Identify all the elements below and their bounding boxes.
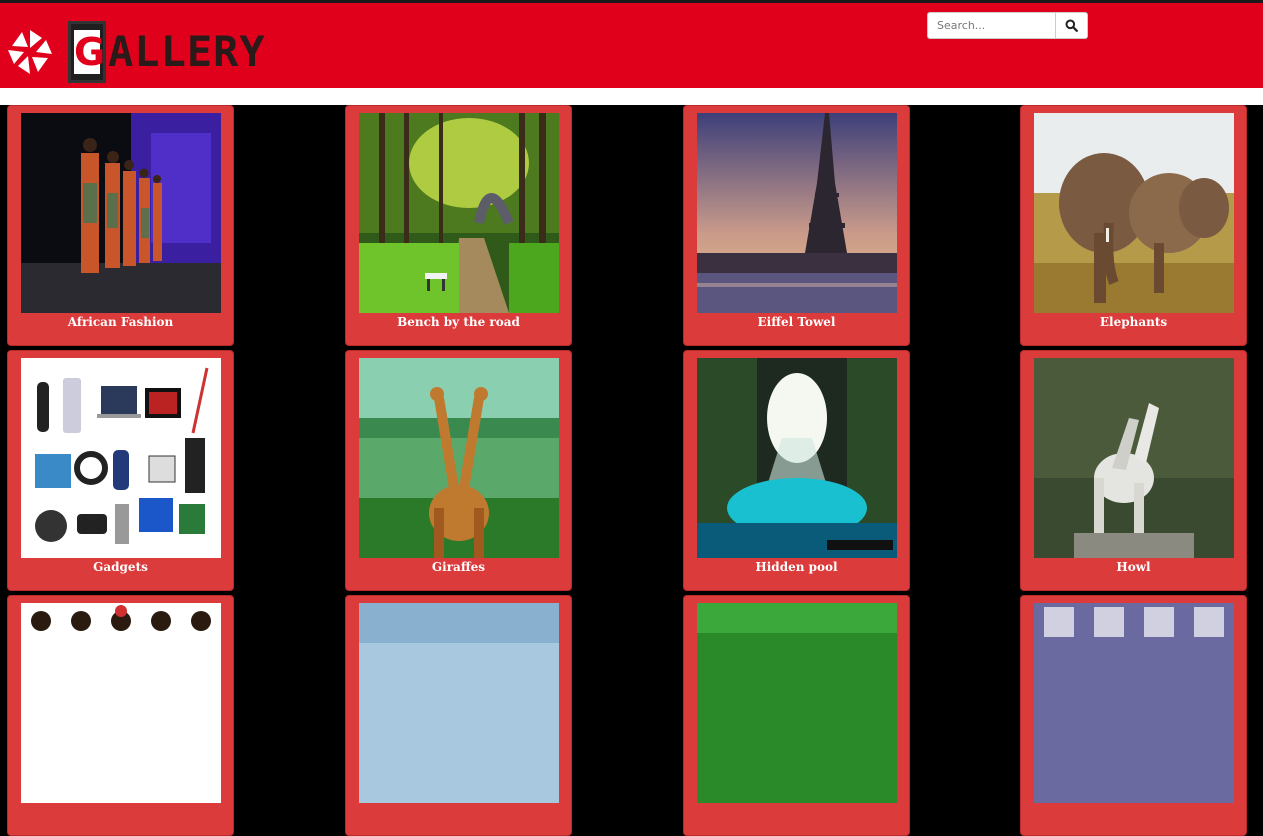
- gallery-card[interactable]: [683, 595, 910, 836]
- gallery-card[interactable]: Howl: [1020, 350, 1247, 591]
- thumbnail-eiffel-towel[interactable]: [697, 113, 897, 313]
- card-caption: Eiffel Towel: [757, 315, 836, 329]
- thumbnail-african-fashion[interactable]: [21, 113, 221, 313]
- search-input[interactable]: [927, 12, 1056, 39]
- gallery-card[interactable]: [345, 595, 572, 836]
- logo-text: ALLERY: [108, 27, 266, 76]
- search-icon: [1065, 19, 1078, 32]
- thumbnail-bench-by-the-road[interactable]: [359, 113, 559, 313]
- gallery-card[interactable]: [7, 595, 234, 836]
- gallery-card[interactable]: African Fashion: [7, 105, 234, 346]
- thumbnail-elephants[interactable]: [1034, 113, 1234, 313]
- gallery-card[interactable]: Gadgets: [7, 350, 234, 591]
- logo-flower-icon[interactable]: [2, 24, 58, 80]
- site-header: G ALLERY: [0, 3, 1263, 88]
- gallery-card[interactable]: Elephants: [1020, 105, 1247, 346]
- logo-g-frame: G: [68, 21, 106, 83]
- card-caption: Hidden pool: [755, 560, 838, 574]
- card-caption: Elephants: [1099, 315, 1168, 329]
- search-bar: [927, 12, 1088, 39]
- gallery-card[interactable]: Hidden pool: [683, 350, 910, 591]
- gallery-card[interactable]: Bench by the road: [345, 105, 572, 346]
- card-caption: Bench by the road: [397, 315, 520, 329]
- gallery-card[interactable]: Giraffes: [345, 350, 572, 591]
- card-caption: Gadgets: [93, 560, 148, 574]
- card-caption: Howl: [1116, 560, 1151, 574]
- header-divider: [0, 88, 1263, 105]
- thumbnail-row3-3[interactable]: [697, 603, 897, 803]
- card-caption: Giraffes: [431, 560, 486, 574]
- thumbnail-row3-2[interactable]: [359, 603, 559, 803]
- thumbnail-howl[interactable]: [1034, 358, 1234, 558]
- thumbnail-row3-1[interactable]: [21, 603, 221, 803]
- thumbnail-row3-4[interactable]: [1034, 603, 1234, 803]
- thumbnail-giraffes[interactable]: [359, 358, 559, 558]
- site-logo[interactable]: G ALLERY: [68, 19, 266, 85]
- search-button[interactable]: [1056, 12, 1088, 39]
- thumbnail-hidden-pool[interactable]: [697, 358, 897, 558]
- gallery-card[interactable]: [1020, 595, 1247, 836]
- thumbnail-gadgets[interactable]: [21, 358, 221, 558]
- card-caption: African Fashion: [67, 315, 174, 329]
- logo-letter: G: [74, 30, 106, 74]
- gallery-card[interactable]: Eiffel Towel: [683, 105, 910, 346]
